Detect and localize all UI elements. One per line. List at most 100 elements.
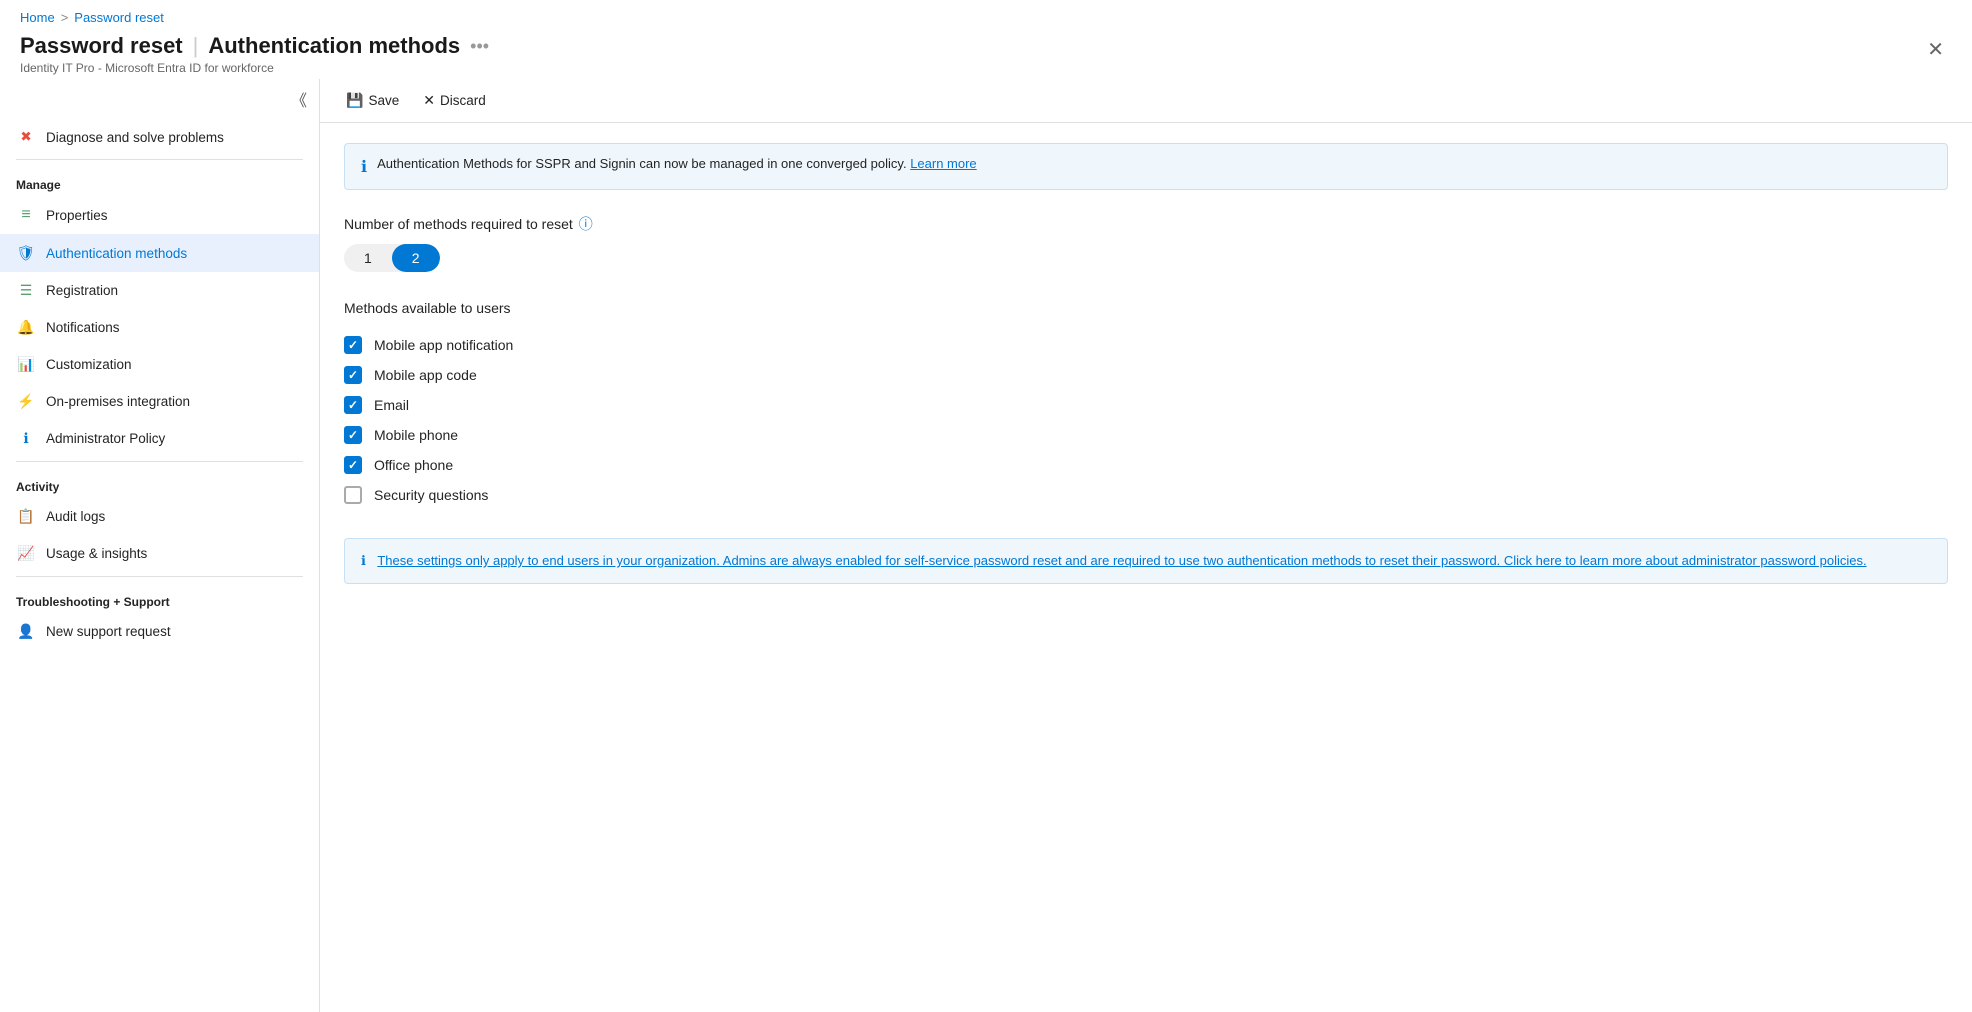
sidebar-divider-activity — [16, 461, 303, 462]
page-title-section: Authentication methods — [208, 33, 460, 59]
sidebar-diagnose-label: Diagnose and solve problems — [46, 130, 224, 145]
sidebar-item-usage-insights[interactable]: 📈 Usage & insights — [0, 535, 319, 572]
list-icon: ☰ — [16, 282, 36, 299]
methods-available-label: Methods available to users — [344, 300, 1948, 316]
sidebar-item-new-support[interactable]: 👤 New support request — [0, 613, 319, 650]
bars-icon: ≡ — [16, 206, 36, 224]
sidebar-divider-manage — [16, 159, 303, 160]
sidebar-item-registration[interactable]: ☰ Registration — [0, 272, 319, 309]
sidebar-customization-label: Customization — [46, 357, 132, 372]
method-mobile-app-notification: ✓ Mobile app notification — [344, 330, 1948, 360]
label-security-questions: Security questions — [374, 487, 488, 503]
more-options-icon[interactable]: ••• — [470, 36, 489, 57]
label-email: Email — [374, 397, 409, 413]
content-body: ℹ Authentication Methods for SSPR and Si… — [320, 123, 1972, 1012]
methods-required-label: Number of methods required to reset — [344, 216, 573, 232]
breadcrumb-separator: > — [61, 10, 69, 25]
checkbox-mobile-phone[interactable]: ✓ — [344, 426, 362, 444]
method-security-questions: Security questions — [344, 480, 1948, 510]
label-office-phone: Office phone — [374, 457, 453, 473]
info-circle-icon: ℹ — [16, 430, 36, 447]
toggle-option-1[interactable]: 1 — [344, 244, 392, 272]
methods-list: ✓ Mobile app notification ✓ Mobile app c… — [344, 330, 1948, 510]
info-banner-link[interactable]: Learn more — [910, 156, 976, 171]
breadcrumb: Home > Password reset — [0, 0, 1972, 29]
sidebar-properties-label: Properties — [46, 208, 108, 223]
checkmark-mobile-app-code: ✓ — [348, 368, 358, 382]
method-mobile-app-code: ✓ Mobile app code — [344, 360, 1948, 390]
support-icon: 👤 — [16, 623, 36, 640]
sync-icon: ⚡ — [16, 393, 36, 410]
sidebar-usage-insights-label: Usage & insights — [46, 546, 147, 561]
page-title-area: Password reset | Authentication methods … — [20, 33, 489, 75]
sidebar-item-properties[interactable]: ≡ Properties — [0, 196, 319, 234]
label-mobile-app-code: Mobile app code — [374, 367, 477, 383]
sidebar-notifications-label: Notifications — [46, 320, 120, 335]
sidebar-manage-section: Manage — [0, 164, 319, 196]
sidebar-collapse-button[interactable]: 《 — [279, 79, 319, 119]
sidebar-audit-logs-label: Audit logs — [46, 509, 105, 524]
checkbox-office-phone[interactable]: ✓ — [344, 456, 362, 474]
wrench-icon: ✖ — [16, 129, 36, 145]
checkbox-mobile-app-notification[interactable]: ✓ — [344, 336, 362, 354]
sidebar-admin-policy-label: Administrator Policy — [46, 431, 165, 446]
checkmark-office-phone: ✓ — [348, 458, 358, 472]
sidebar-troubleshooting-section: Troubleshooting + Support — [0, 581, 319, 613]
content-area: 💾 Save ✕ Discard ℹ Authentication Method… — [320, 79, 1972, 1012]
info-banner: ℹ Authentication Methods for SSPR and Si… — [344, 143, 1948, 190]
info-banner-icon: ℹ — [361, 157, 367, 177]
checkbox-mobile-app-code[interactable]: ✓ — [344, 366, 362, 384]
checkmark-mobile-app-notification: ✓ — [348, 338, 358, 352]
discard-icon: ✕ — [423, 92, 435, 109]
methods-required-section-label: Number of methods required to reset ⓘ — [344, 214, 1948, 234]
sidebar-item-customization[interactable]: 📊 Customization — [0, 346, 319, 383]
sidebar-new-support-label: New support request — [46, 624, 171, 639]
sidebar-item-on-premises[interactable]: ⚡ On-premises integration — [0, 383, 319, 420]
page-header: Password reset | Authentication methods … — [0, 29, 1972, 79]
checkbox-security-questions[interactable] — [344, 486, 362, 504]
sidebar-item-auth-methods[interactable]: 🛡 Authentication methods — [0, 234, 319, 272]
save-label: Save — [368, 93, 399, 108]
methods-count-toggle: 1 2 — [344, 244, 440, 272]
shield-icon: 🛡 — [16, 244, 36, 262]
bottom-banner: ℹ These settings only apply to end users… — [344, 538, 1948, 584]
close-button[interactable]: ✕ — [1919, 33, 1952, 66]
method-office-phone: ✓ Office phone — [344, 450, 1948, 480]
bottom-banner-link[interactable]: These settings only apply to end users i… — [377, 553, 1866, 568]
sidebar: 《 ✖ Diagnose and solve problems Manage ≡… — [0, 79, 320, 1012]
help-icon[interactable]: ⓘ — [579, 214, 593, 234]
toolbar: 💾 Save ✕ Discard — [320, 79, 1972, 123]
sidebar-registration-label: Registration — [46, 283, 118, 298]
save-button[interactable]: 💾 Save — [336, 87, 409, 114]
sidebar-on-premises-label: On-premises integration — [46, 394, 190, 409]
checkmark-email: ✓ — [348, 398, 358, 412]
method-email: ✓ Email — [344, 390, 1948, 420]
checkbox-email[interactable]: ✓ — [344, 396, 362, 414]
breadcrumb-current[interactable]: Password reset — [74, 10, 164, 25]
sidebar-divider-troubleshooting — [16, 576, 303, 577]
page-title: Password reset | Authentication methods … — [20, 33, 489, 59]
toggle-option-2[interactable]: 2 — [392, 244, 440, 272]
chart-icon: 📊 — [16, 356, 36, 373]
page-title-separator: | — [193, 33, 199, 59]
sidebar-item-audit-logs[interactable]: 📋 Audit logs — [0, 498, 319, 535]
method-mobile-phone: ✓ Mobile phone — [344, 420, 1948, 450]
bell-icon: 🔔 — [16, 319, 36, 336]
label-mobile-phone: Mobile phone — [374, 427, 458, 443]
sidebar-auth-methods-label: Authentication methods — [46, 246, 187, 261]
label-mobile-app-notification: Mobile app notification — [374, 337, 513, 353]
discard-label: Discard — [440, 93, 486, 108]
sidebar-activity-section: Activity — [0, 466, 319, 498]
usage-icon: 📈 — [16, 545, 36, 562]
log-icon: 📋 — [16, 508, 36, 525]
sidebar-item-diagnose[interactable]: ✖ Diagnose and solve problems — [0, 119, 319, 155]
page-title-main: Password reset — [20, 33, 183, 59]
sidebar-item-admin-policy[interactable]: ℹ Administrator Policy — [0, 420, 319, 457]
page-subtitle: Identity IT Pro - Microsoft Entra ID for… — [20, 61, 489, 75]
bottom-banner-icon: ℹ — [361, 553, 366, 568]
checkmark-mobile-phone: ✓ — [348, 428, 358, 442]
breadcrumb-home[interactable]: Home — [20, 10, 55, 25]
save-icon: 💾 — [346, 92, 363, 109]
sidebar-item-notifications[interactable]: 🔔 Notifications — [0, 309, 319, 346]
discard-button[interactable]: ✕ Discard — [413, 87, 496, 114]
